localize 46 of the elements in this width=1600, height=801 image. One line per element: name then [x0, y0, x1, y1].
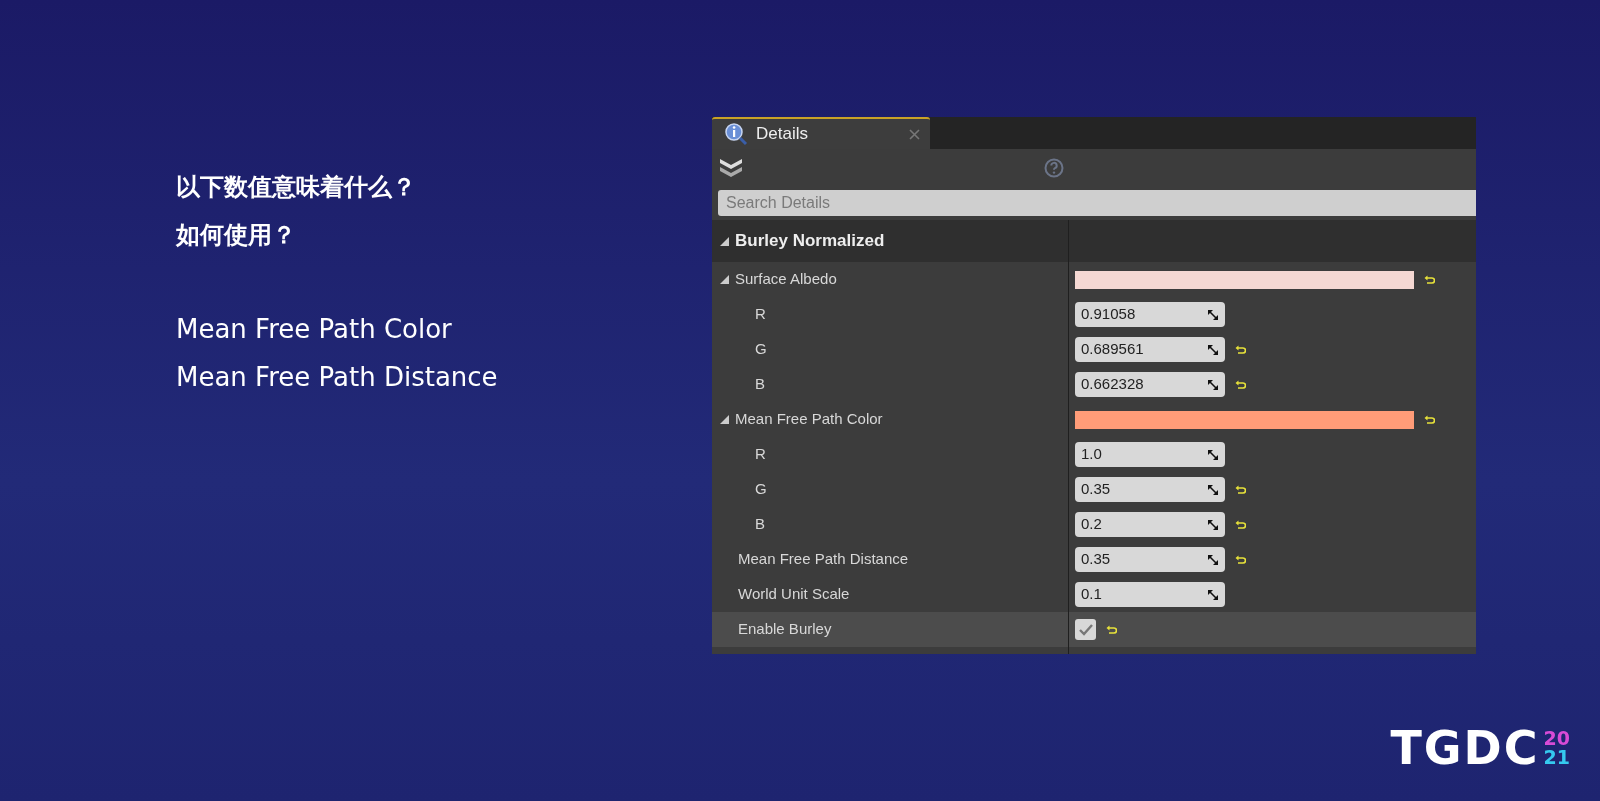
property-label: B: [755, 514, 765, 535]
logo-year-top: 20: [1543, 729, 1570, 748]
question-text: 以下数值意味着什么？: [176, 172, 417, 203]
resize-arrows-icon[interactable]: [1207, 588, 1219, 601]
search-field[interactable]: Search Details: [718, 190, 1476, 216]
resize-arrows-icon[interactable]: [1207, 518, 1219, 531]
number-field[interactable]: 1.0: [1075, 442, 1225, 467]
number-field[interactable]: 0.689561: [1075, 337, 1225, 362]
number-field[interactable]: 0.35: [1075, 547, 1225, 572]
resize-arrows-icon[interactable]: [1207, 343, 1219, 356]
chevron-stack-icon[interactable]: [718, 156, 744, 180]
number-field[interactable]: 0.35: [1075, 477, 1225, 502]
resize-arrows-icon[interactable]: [1207, 483, 1219, 496]
resize-arrows-icon[interactable]: [1207, 448, 1219, 461]
property-label: Surface Albedo: [735, 269, 837, 290]
number-field[interactable]: 0.2: [1075, 512, 1225, 537]
color-swatch[interactable]: [1075, 410, 1414, 429]
expand-arrow-icon[interactable]: [720, 415, 729, 424]
expand-arrow-icon[interactable]: [720, 275, 729, 284]
checkbox[interactable]: [1075, 619, 1096, 640]
number-field[interactable]: 0.1: [1075, 582, 1225, 607]
resize-arrows-icon[interactable]: [1207, 308, 1219, 321]
category-title: Burley Normalized: [735, 230, 885, 253]
property-label: World Unit Scale: [738, 584, 850, 605]
logo-year-bottom: 21: [1543, 748, 1570, 767]
resize-arrows-icon[interactable]: [1207, 378, 1219, 391]
resize-arrows-icon[interactable]: [1207, 553, 1219, 566]
question-text: 如何使用？: [176, 220, 297, 251]
property-label: Mean Free Path Distance: [738, 549, 909, 570]
property-label: R: [755, 444, 766, 465]
details-tab[interactable]: Details: [712, 117, 930, 149]
property-label: R: [755, 304, 766, 325]
category-header[interactable]: Burley Normalized: [712, 220, 1476, 262]
property-label: B: [755, 374, 765, 395]
info-magnifier-icon: [724, 122, 748, 146]
property-label: G: [755, 479, 767, 500]
term-text: Mean Free Path Color: [176, 313, 453, 346]
number-field[interactable]: 0.662328: [1075, 372, 1225, 397]
property-label: Enable Burley: [738, 619, 832, 640]
property-label: Mean Free Path Color: [735, 409, 883, 430]
expand-arrow-icon[interactable]: [720, 236, 729, 246]
color-swatch[interactable]: [1075, 270, 1414, 289]
property-label: G: [755, 339, 767, 360]
number-field[interactable]: 0.91058: [1075, 302, 1225, 327]
logo-text: TGDC: [1390, 725, 1540, 771]
term-text: Mean Free Path Distance: [176, 361, 499, 394]
